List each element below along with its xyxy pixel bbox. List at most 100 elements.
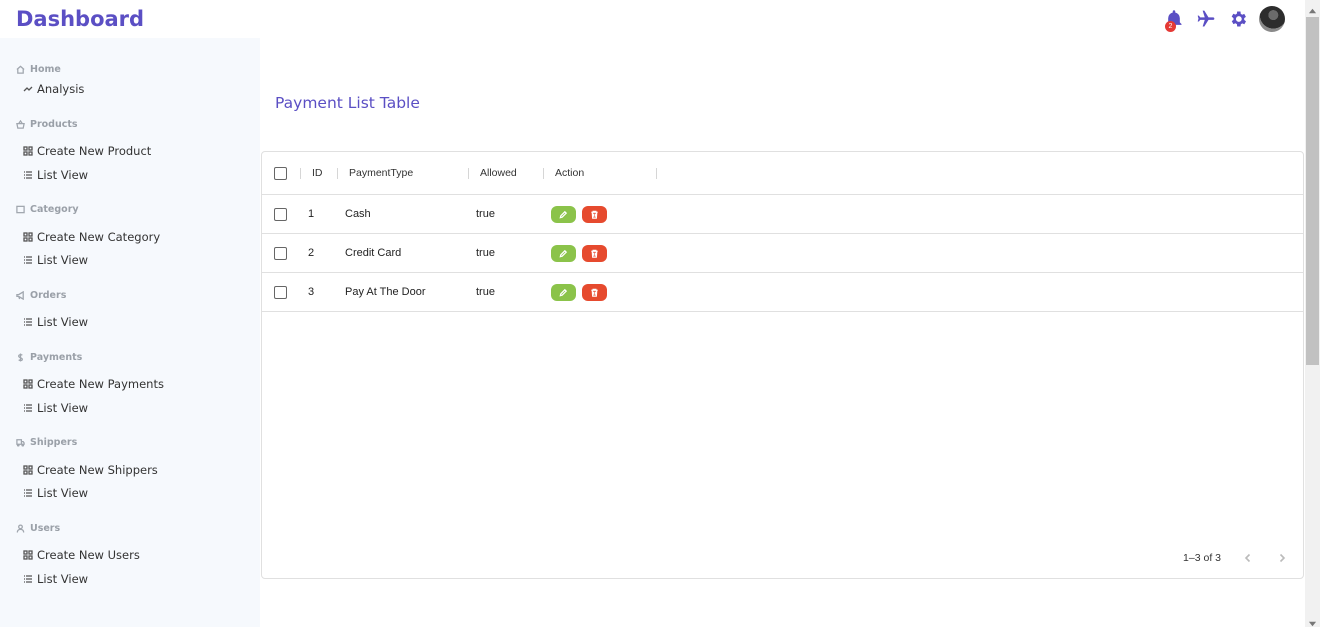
row-checkbox-cell[interactable] [274, 273, 287, 311]
cell-payment-type: Pay At The Door [345, 286, 426, 298]
sidebar-item-orders-list[interactable]: List View [23, 315, 88, 329]
column-separator[interactable] [656, 168, 657, 179]
column-header-action[interactable]: Action [555, 152, 584, 194]
cell-payment-type: Cash [345, 208, 371, 220]
notification-button[interactable]: 2 [1163, 8, 1185, 32]
row-checkbox-cell[interactable] [274, 195, 287, 233]
sidebar-section-orders: Orders [16, 290, 66, 301]
cell-id: 1 [308, 208, 315, 220]
trash-icon [591, 249, 598, 258]
pencil-icon [559, 210, 568, 219]
notification-badge: 2 [1165, 21, 1176, 32]
grid-icon [23, 146, 33, 156]
table-row[interactable]: 3 Pay At The Door true [262, 273, 1303, 312]
flights-button[interactable] [1195, 8, 1217, 30]
list-icon [24, 318, 32, 326]
column-separator[interactable] [543, 168, 544, 179]
settings-button[interactable] [1227, 8, 1249, 30]
sidebar-item-analysis[interactable]: Analysis [23, 82, 84, 96]
sidebar-item-create-payments[interactable]: Create New Payments [23, 377, 164, 391]
table-header: ID PaymentType Allowed Action [262, 152, 1303, 195]
sidebar-item-create-shippers[interactable]: Create New Shippers [23, 463, 158, 477]
edit-button[interactable] [551, 244, 576, 262]
row-checkbox[interactable] [274, 207, 287, 221]
grid-icon [23, 550, 33, 560]
sidebar-item-shippers-list[interactable]: List View [23, 486, 88, 500]
chart-line-icon [23, 86, 33, 92]
sidebar-section-home: Home [16, 64, 61, 75]
home-icon [16, 65, 25, 74]
chevron-left-icon [1244, 553, 1251, 563]
sidebar-section-users: Users [16, 523, 60, 534]
column-separator[interactable] [337, 168, 338, 179]
pencil-icon [559, 249, 568, 258]
sidebar-section-payments: Payments [16, 352, 82, 363]
trash-icon [591, 210, 598, 219]
row-checkbox[interactable] [274, 285, 287, 299]
select-all-checkbox-cell[interactable] [274, 152, 287, 194]
column-header-id[interactable]: ID [312, 152, 323, 194]
dollar-icon [18, 353, 23, 362]
delete-button[interactable] [582, 283, 607, 301]
edit-button[interactable] [551, 205, 576, 223]
cell-payment-type: Credit Card [345, 247, 402, 259]
top-icons: 2 [1163, 6, 1285, 32]
sidebar-item-category-list[interactable]: List View [23, 253, 88, 267]
cell-id: 3 [308, 286, 315, 298]
column-separator[interactable] [468, 168, 469, 179]
previous-page-button[interactable] [1241, 551, 1255, 565]
next-page-button[interactable] [1275, 551, 1289, 565]
cell-id: 2 [308, 247, 315, 259]
edit-button[interactable] [551, 283, 576, 301]
scrollbar-thumb[interactable] [1306, 17, 1319, 365]
delete-button[interactable] [582, 205, 607, 223]
payment-table: ID PaymentType Allowed Action 1 Cash tru… [261, 151, 1304, 579]
sidebar: Home Analysis Products Create New Produc… [0, 38, 260, 627]
sidebar-section-products: Products [16, 119, 78, 130]
truck-icon [16, 439, 25, 447]
page-scrollbar[interactable] [1305, 0, 1320, 627]
list-icon [24, 256, 32, 264]
grid-icon [23, 379, 33, 389]
avatar[interactable] [1259, 6, 1285, 32]
column-header-payment-type[interactable]: PaymentType [349, 152, 413, 194]
grid-icon [23, 465, 33, 475]
gear-icon [1231, 11, 1246, 27]
airplane-icon [1197, 10, 1215, 27]
square-icon [16, 205, 25, 214]
row-checkbox-cell[interactable] [274, 234, 287, 272]
megaphone-icon [16, 291, 24, 300]
table-row[interactable]: 1 Cash true [262, 195, 1303, 234]
top-bar: Dashboard 2 [0, 0, 1305, 38]
sidebar-item-payments-list[interactable]: List View [23, 401, 88, 415]
sidebar-item-users-list[interactable]: List View [23, 572, 88, 586]
list-icon [24, 404, 32, 412]
sidebar-section-category: Category [16, 204, 79, 215]
delete-button[interactable] [582, 244, 607, 262]
brand-title[interactable]: Dashboard [16, 7, 144, 31]
sidebar-item-create-product[interactable]: Create New Product [23, 144, 151, 158]
row-checkbox[interactable] [274, 246, 287, 260]
sidebar-item-products-list[interactable]: List View [23, 168, 88, 182]
sidebar-item-create-users[interactable]: Create New Users [23, 548, 140, 562]
trash-icon [591, 288, 598, 297]
scroll-up-arrow[interactable] [1308, 3, 1317, 14]
pagination-label: 1–3 of 3 [1183, 552, 1221, 564]
column-separator[interactable] [300, 168, 301, 179]
pencil-icon [559, 288, 568, 297]
triangle-down-icon [1308, 621, 1317, 627]
chevron-right-icon [1279, 553, 1286, 563]
select-all-checkbox[interactable] [274, 166, 287, 180]
triangle-up-icon [1308, 8, 1317, 14]
cell-actions [551, 234, 613, 272]
table-row[interactable]: 2 Credit Card true [262, 234, 1303, 273]
cell-actions [551, 195, 613, 233]
cell-allowed: true [476, 247, 495, 259]
list-icon [24, 489, 32, 497]
user-icon [16, 524, 25, 533]
cell-actions [551, 273, 613, 311]
column-header-allowed[interactable]: Allowed [480, 152, 517, 194]
scroll-down-arrow[interactable] [1308, 615, 1317, 627]
sidebar-item-create-category[interactable]: Create New Category [23, 230, 160, 244]
page-title: Payment List Table [275, 94, 420, 112]
